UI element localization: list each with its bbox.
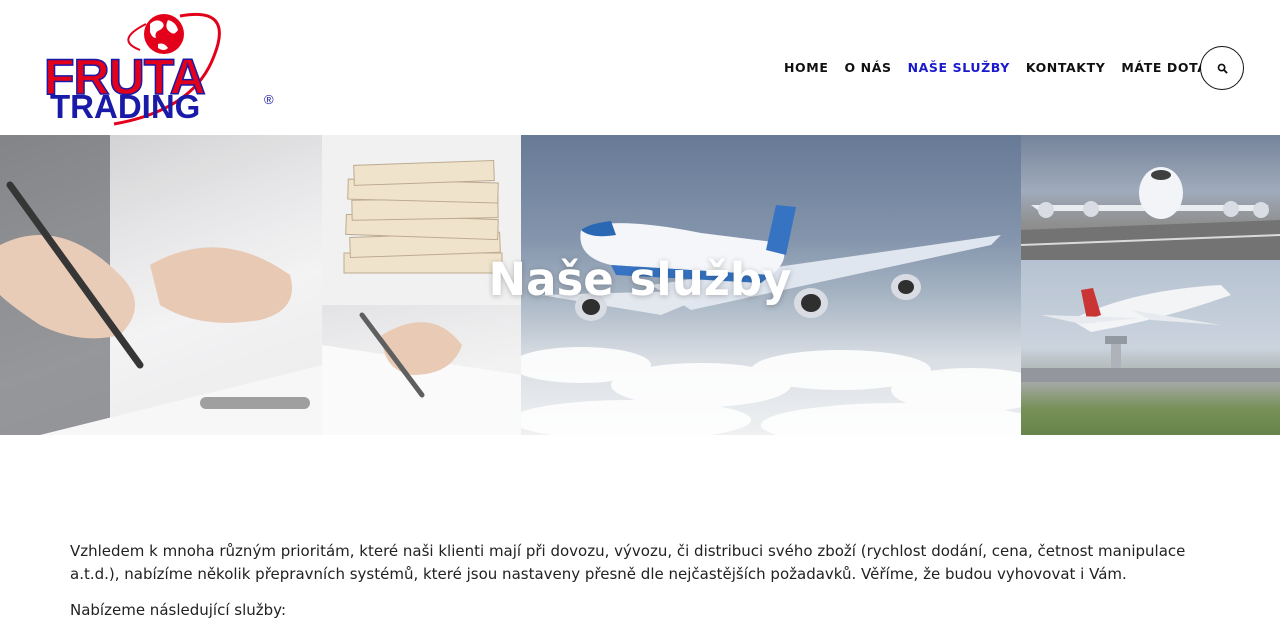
search-icon (1217, 63, 1228, 74)
registered-mark: ® (264, 92, 274, 107)
hero-banner: Naše služby (0, 135, 1280, 435)
nav-services[interactable]: NAŠE SLUŽBY (908, 60, 1010, 75)
page-title: Naše služby (488, 253, 792, 306)
nav-about[interactable]: O NÁS (844, 60, 891, 75)
search-button[interactable] (1200, 46, 1244, 90)
services-lead: Nabízeme následující služby: (70, 601, 286, 619)
nav-home[interactable]: HOME (784, 60, 828, 75)
nav-contacts[interactable]: KONTAKTY (1026, 60, 1106, 75)
main-content: Vzhledem k mnoha různým prioritám, které… (70, 540, 1210, 631)
intro-paragraph: Vzhledem k mnoha různým prioritám, které… (70, 542, 1186, 583)
logo-brand-line-2: TRADING (50, 88, 201, 125)
site-header: FRUTA TRADING ® HOME O NÁS NAŠE SLUŽBY K… (0, 0, 1280, 135)
main-nav: HOME O NÁS NAŠE SLUŽBY KONTAKTY MÁTE DOT… (784, 60, 1241, 75)
logo-link[interactable]: FRUTA TRADING ® (43, 10, 284, 128)
